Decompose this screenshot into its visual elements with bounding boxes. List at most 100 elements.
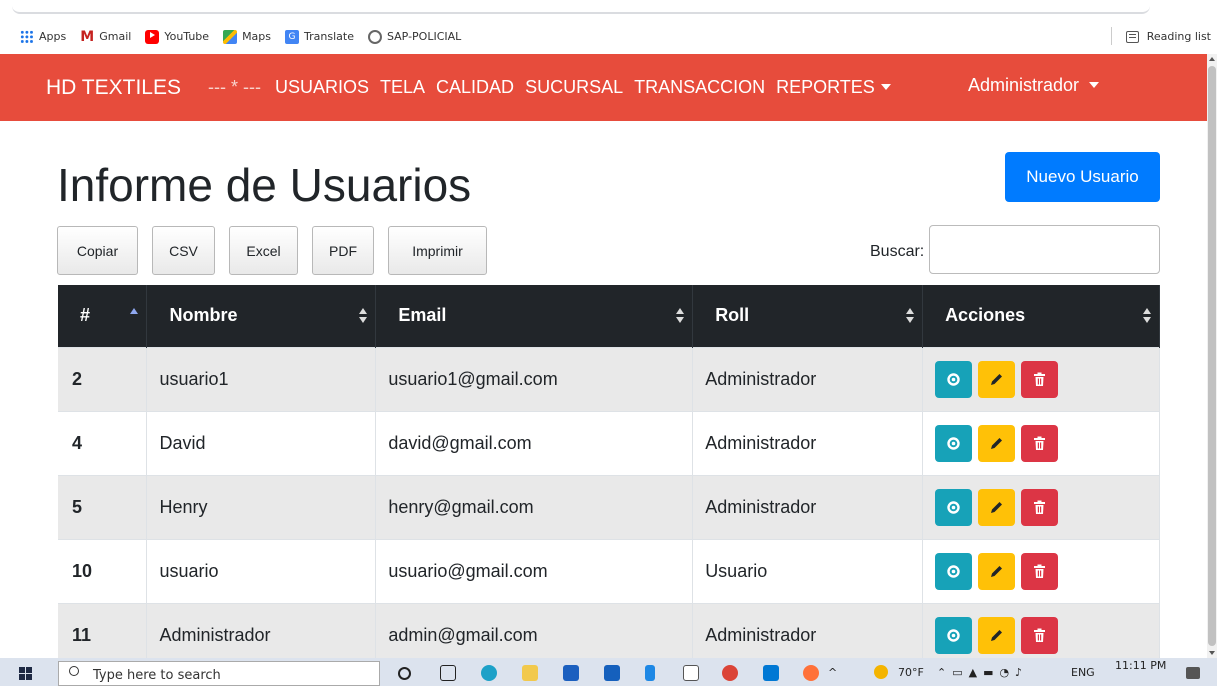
delete-button[interactable] xyxy=(1021,552,1059,590)
bookmark-sap[interactable]: SAP-POLICIAL xyxy=(367,29,461,44)
delete-button[interactable] xyxy=(1021,360,1059,398)
taskbar-search-box[interactable]: Type here to search xyxy=(58,661,380,686)
document-icon[interactable] xyxy=(683,665,699,681)
column-header-roll[interactable]: Roll xyxy=(692,285,924,347)
clock-time[interactable]: 11:11 PM xyxy=(1115,659,1166,672)
chrome-icon[interactable] xyxy=(722,665,738,681)
print-button[interactable]: Imprimir xyxy=(388,226,487,275)
new-user-button[interactable]: Nuevo Usuario xyxy=(1005,152,1160,202)
address-bar-edge[interactable] xyxy=(12,0,1150,14)
cell-roll: Usuario xyxy=(692,538,924,603)
bookmark-translate[interactable]: G Translate xyxy=(285,29,354,44)
pdf-button[interactable]: PDF xyxy=(312,226,374,275)
view-button[interactable] xyxy=(935,616,973,654)
nav-sucursal[interactable]: SUCURSAL xyxy=(525,77,623,98)
cell-acciones xyxy=(922,474,1160,539)
apps-grid-icon xyxy=(20,29,34,44)
page-scrollbar[interactable] xyxy=(1207,54,1217,658)
cell-acciones xyxy=(922,538,1160,603)
windows-start-icon[interactable] xyxy=(19,667,32,680)
bookmark-label: Apps xyxy=(39,30,67,43)
bookmark-label: Maps xyxy=(242,30,272,43)
view-button[interactable] xyxy=(935,488,973,526)
app-icon[interactable] xyxy=(645,665,655,681)
weather-temperature[interactable]: 70°F xyxy=(898,666,924,679)
store-icon[interactable] xyxy=(563,665,579,681)
column-header-nombre[interactable]: Nombre xyxy=(146,285,377,347)
delete-button[interactable] xyxy=(1021,488,1059,526)
search-label: Buscar: xyxy=(870,243,925,260)
nav-reportes-label: REPORTES xyxy=(776,77,875,97)
delete-button[interactable] xyxy=(1021,616,1059,654)
edit-button[interactable] xyxy=(978,616,1016,654)
column-header-label: Email xyxy=(398,305,447,326)
table-row: 2 usuario1 usuario1@gmail.com Administrador xyxy=(58,346,1160,411)
bookmark-label: Translate xyxy=(304,30,354,43)
firefox-icon[interactable] xyxy=(803,665,819,681)
file-explorer-icon[interactable] xyxy=(522,665,538,681)
edit-button[interactable] xyxy=(978,488,1016,526)
copy-button[interactable]: Copiar xyxy=(57,226,138,275)
users-table: # Nombre Email Roll Acciones 2 usuario1 us… xyxy=(58,285,1160,667)
csv-button[interactable]: CSV xyxy=(152,226,215,275)
bookmark-gmail[interactable]: M Gmail xyxy=(80,30,131,44)
tray-overflow-icon[interactable]: ^ xyxy=(828,666,837,679)
cell-id: 5 xyxy=(58,474,148,539)
cell-email: usuario1@gmail.com xyxy=(375,346,694,411)
edit-button[interactable] xyxy=(978,552,1016,590)
bookmark-youtube[interactable]: YouTube xyxy=(145,29,209,44)
edit-button[interactable] xyxy=(978,424,1016,462)
bookmark-maps[interactable]: Maps xyxy=(223,29,272,44)
chevron-down-icon xyxy=(880,84,891,90)
windows-taskbar: Type here to search ^ 70°F ⌃▭▲▬◔♪ ENG 11… xyxy=(0,658,1217,686)
column-header-acciones[interactable]: Acciones xyxy=(922,285,1160,347)
view-button[interactable] xyxy=(935,552,973,590)
language-indicator[interactable]: ENG xyxy=(1071,666,1095,679)
cell-nombre: David xyxy=(146,410,377,475)
browser-top-edge xyxy=(0,0,1217,20)
task-view-icon[interactable] xyxy=(440,665,456,681)
nav-tela[interactable]: TELA xyxy=(380,77,425,98)
scroll-down-icon[interactable] xyxy=(1209,651,1215,655)
youtube-icon xyxy=(145,29,160,44)
cell-email: david@gmail.com xyxy=(375,410,694,475)
vscode-icon[interactable] xyxy=(763,665,779,681)
brand-link[interactable]: HD TEXTILES xyxy=(46,76,181,100)
cell-roll: Administrador xyxy=(692,410,924,475)
edge-icon[interactable] xyxy=(481,665,497,681)
nav-reportes-dropdown[interactable]: REPORTES xyxy=(776,77,891,98)
translate-icon: G xyxy=(285,29,300,44)
cell-nombre: usuario1 xyxy=(146,346,377,411)
reading-list-button[interactable]: Reading list xyxy=(1125,20,1211,53)
view-button[interactable] xyxy=(935,424,973,462)
system-tray-icons[interactable]: ⌃▭▲▬◔♪ xyxy=(937,666,1028,679)
bookmark-apps[interactable]: Apps xyxy=(20,29,67,44)
nav-separator: --- * --- xyxy=(207,77,261,97)
column-header-email[interactable]: Email xyxy=(375,285,694,347)
column-header-id[interactable]: # xyxy=(58,285,148,347)
table-row: 10 usuario usuario@gmail.com Usuario xyxy=(58,538,1160,603)
sort-icon xyxy=(359,308,368,324)
scroll-thumb[interactable] xyxy=(1208,66,1216,646)
column-header-label: # xyxy=(80,305,91,326)
user-menu-dropdown[interactable]: Administrador xyxy=(968,75,1100,96)
nav-calidad[interactable]: CALIDAD xyxy=(436,77,514,98)
edit-button[interactable] xyxy=(978,360,1016,398)
maps-icon xyxy=(223,29,238,44)
nav-transaccion[interactable]: TRANSACCION xyxy=(634,77,765,98)
view-button[interactable] xyxy=(935,360,973,398)
delete-button[interactable] xyxy=(1021,424,1059,462)
search-input[interactable] xyxy=(929,225,1160,274)
mail-icon[interactable] xyxy=(604,665,620,681)
bookmarks-bar: Apps M Gmail YouTube Maps G Translate SAP-… xyxy=(0,20,1217,53)
cell-email: usuario@gmail.com xyxy=(375,538,694,603)
export-button-group: Copiar CSV Excel PDF Imprimir xyxy=(57,226,501,275)
notifications-icon[interactable] xyxy=(1186,667,1200,679)
column-header-label: Nombre xyxy=(169,305,238,326)
excel-button[interactable]: Excel xyxy=(229,226,298,275)
nav-usuarios[interactable]: USUARIOS xyxy=(275,77,369,98)
reading-list-icon xyxy=(1125,30,1139,43)
sort-icon xyxy=(1143,308,1151,324)
scroll-up-icon[interactable] xyxy=(1209,57,1215,61)
cortana-icon[interactable] xyxy=(398,667,411,680)
